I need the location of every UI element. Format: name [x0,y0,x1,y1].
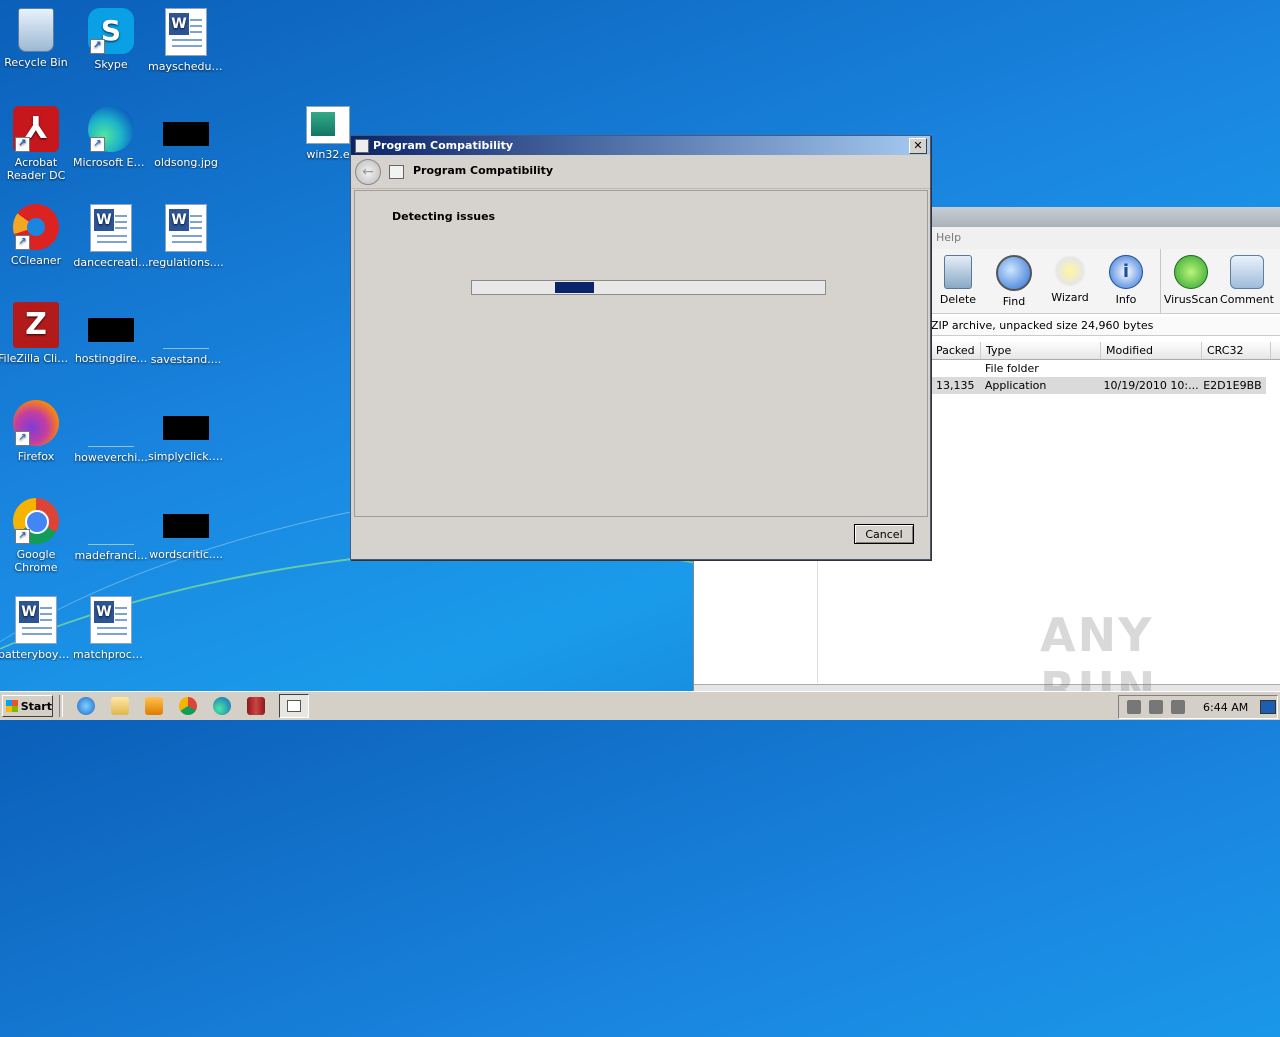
windows-flag-icon [6,700,18,712]
desktop-icon-skype[interactable]: S ↗ Skype [73,8,149,71]
folder-icon[interactable] [111,697,129,715]
desktop-icon-edge[interactable]: ↗ Microsoft Edge [73,106,149,169]
desktop-icon-recycle-bin[interactable]: Recycle Bin [0,8,74,69]
acrobat-icon: ⅄ ↗ [13,106,59,152]
toolbar-wizard-button[interactable]: Wizard [1042,249,1098,313]
menu-help[interactable]: Help [936,231,961,244]
recycle-bin-icon [18,8,54,52]
redacted-thumbnail-icon [88,318,134,342]
taskbar-separator [59,695,63,717]
dialog-navigation-bar: ← Program Compatibility [351,155,930,189]
status-heading: Detecting issues [392,210,496,223]
redacted-thumbnail-icon [163,416,209,440]
desktop-icon-word-doc[interactable]: W matchproce.... [73,596,149,661]
archive-toolbar: Delete Find Wizard i Info VirusScan Comm… [930,249,1280,314]
toolbar-find-button[interactable]: Find [986,249,1042,313]
blank-file-icon [163,320,209,349]
info-icon: i [1109,255,1143,289]
table-row[interactable]: File folder [931,360,1280,377]
program-compatibility-icon [389,165,404,179]
table-row[interactable]: 13,135 Application 10/19/2010 10:... E2D… [931,377,1266,394]
desktop-icon-filezilla[interactable]: Z FileZilla Client [0,302,74,365]
desktop-icon-wordscritic[interactable]: wordscritic.... [148,498,224,561]
taskbar-program-compatibility-button[interactable] [279,694,309,718]
desktop-icon-ccleaner[interactable]: ↗ CCleaner [0,204,74,267]
edge-icon[interactable] [213,697,231,715]
speaker-icon[interactable] [1127,700,1141,714]
desktop-icon-savestand[interactable]: savestand.... [148,302,224,366]
start-button[interactable]: Start [2,695,53,717]
blank-file-icon [88,516,134,545]
cancel-button[interactable]: Cancel [854,524,914,544]
desktop-icon-madefranci[interactable]: madefranci... [73,498,149,562]
desktop-icon-howeverchi[interactable]: howeverchi... [73,400,149,464]
desktop-icon-win32[interactable]: win32.e [298,106,358,161]
blank-file-icon [88,418,134,447]
desktop-icon-word-doc[interactable]: W mayschedul... [148,8,224,73]
toolbar-info-button[interactable]: i Info [1098,249,1154,313]
progress-bar-fill [554,282,594,293]
desktop-icon-word-doc[interactable]: W batteryboys.... [0,596,74,661]
toolbar-comment-button[interactable]: Comment [1219,249,1275,313]
desktop-icon-firefox[interactable]: ↗ Firefox [0,400,74,463]
chrome-icon[interactable] [179,697,197,715]
column-header-modified[interactable]: Modified [1101,342,1202,359]
wizard-title: Program Compatibility [413,164,554,177]
taskbar: Start 6:44 AM [0,691,1280,720]
word-document-icon: W [165,8,207,56]
bug-icon [1174,255,1208,289]
firefox-icon: ↗ [13,400,59,446]
edge-icon: ↗ [88,106,134,152]
word-document-icon: W [90,596,132,644]
internet-explorer-icon[interactable] [77,697,95,715]
system-tray: 6:44 AM [1118,695,1278,719]
desktop-icon-hostingdire[interactable]: hostingdire... [73,302,149,365]
media-player-icon[interactable] [145,697,163,715]
word-document-icon: W [90,204,132,252]
skype-icon: S ↗ [88,8,134,54]
desktop-icon-simplyclick[interactable]: simplyclick.jpg [148,400,224,463]
show-desktop-icon[interactable] [1260,700,1277,714]
desktop-icon-word-doc[interactable]: W regulations.... [148,204,224,269]
wand-icon [1054,255,1086,287]
program-compatibility-dialog[interactable]: Program Compatibility ✕ ← Program Compat… [350,135,931,560]
filezilla-icon: Z [13,302,59,348]
word-document-icon: W [15,596,57,644]
column-header-crc32[interactable]: CRC32 [1202,342,1271,359]
executable-icon [306,106,350,144]
ccleaner-icon: ↗ [13,204,59,250]
word-document-icon: W [165,204,207,252]
close-button[interactable]: ✕ [909,138,927,154]
desktop-icon-word-doc[interactable]: W dancecreati... [73,204,149,269]
column-header-type[interactable]: Type [981,342,1101,359]
comment-icon [1230,255,1264,289]
program-compatibility-icon [355,139,369,153]
progress-bar [471,280,826,295]
redacted-thumbnail-icon [163,122,209,146]
toolbar-delete-button[interactable]: Delete [930,249,986,313]
dialog-title: Program Compatibility [373,139,514,152]
toolbar-virusscan-button[interactable]: VirusScan [1160,249,1219,313]
desktop-icon-oldsong[interactable]: oldsong.jpg [148,106,224,169]
clock[interactable]: 6:44 AM [1203,701,1248,714]
winrar-icon[interactable] [247,697,265,715]
redacted-thumbnail-icon [163,514,209,538]
file-list-header: Packed Type Modified CRC32 [931,342,1280,360]
desktop-icon-acrobat[interactable]: ⅄ ↗ Acrobat Reader DC [0,106,74,182]
column-header-packed[interactable]: Packed [931,342,981,359]
magnifier-icon [996,255,1032,291]
dialog-titlebar[interactable]: Program Compatibility ✕ [351,136,930,155]
network-icon[interactable] [1149,700,1163,714]
action-center-flag-icon[interactable] [1171,700,1185,714]
back-arrow-icon[interactable]: ← [355,159,381,185]
archive-info-line: ZIP archive, unpacked size 24,960 bytes [931,317,1280,336]
trash-icon [944,255,972,289]
archive-left-pane [697,556,818,683]
desktop-icon-chrome[interactable]: ↗ Google Chrome [0,498,74,574]
dialog-content-panel: Detecting issues [354,190,928,517]
chrome-icon: ↗ [13,498,59,544]
